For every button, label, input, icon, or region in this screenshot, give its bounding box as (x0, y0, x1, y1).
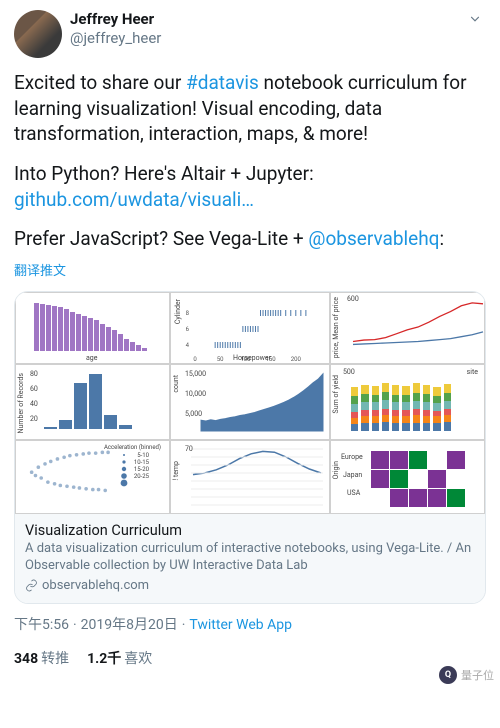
thumb-strip-plot: 050100150200468 Cylinder Horsepower (170, 292, 330, 364)
card-title: Visualization Curriculum (25, 522, 475, 539)
chevron-down-icon (468, 12, 482, 26)
time-text[interactable]: 下午5:56 (14, 617, 69, 633)
avatar[interactable] (14, 10, 62, 58)
thumb-bar-purple: age (15, 292, 170, 364)
link-icon (25, 579, 38, 592)
thumb-area: count 15,000 10,000 5,000 (170, 364, 330, 440)
link-github[interactable]: github.com/uwdata/visuali… (14, 188, 254, 211)
hashtag-datavis[interactable]: #datavis (186, 71, 259, 94)
watermark-icon: Q (439, 666, 457, 684)
svg-text:50: 50 (217, 356, 224, 363)
source-app[interactable]: Twitter Web App (189, 617, 292, 633)
card-domain: observablehq.com (25, 578, 475, 593)
display-name: Jeffrey Heer (70, 10, 456, 29)
link-card[interactable]: age 050100150200468 Cylinder Horsepower … (14, 291, 486, 604)
card-meta: Visualization Curriculum A data visualiz… (15, 514, 485, 603)
tweet-text: Excited to share our #datavis notebook c… (14, 70, 486, 252)
translate-tweet-link[interactable]: 翻译推文 (14, 260, 66, 279)
thumb-scatter: Acceleration (binned) 5-10 10-15 15-20 2… (15, 440, 170, 514)
user-handle: @jeffrey_heer (70, 29, 456, 48)
text-run: Excited to share our (14, 71, 186, 94)
card-domain-text: observablehq.com (42, 578, 149, 593)
card-description: A data visualization curriculum of inter… (25, 541, 475, 575)
retweets-stat[interactable]: 348转推 (14, 648, 69, 668)
text-run: Into Python? Here's Altair + Jupyter: (14, 162, 314, 185)
card-image-grid: age 050100150200468 Cylinder Horsepower … (15, 292, 485, 514)
svg-text:0: 0 (193, 356, 197, 363)
svg-text:4: 4 (186, 342, 190, 349)
mention-observablehq[interactable]: @observablehq (308, 227, 439, 250)
tweet-container: Jeffrey Heer @jeffrey_heer Excited to sh… (0, 0, 500, 678)
svg-text:200: 200 (291, 356, 302, 363)
svg-text:6: 6 (186, 326, 190, 333)
watermark: Q 量子位 (439, 666, 494, 684)
likes-stat[interactable]: 1.2千喜欢 (87, 648, 152, 668)
timestamp-row: 下午5:56·2019年8月20日·Twitter Web App (14, 614, 486, 634)
user-block[interactable]: Jeffrey Heer @jeffrey_heer (70, 10, 456, 48)
watermark-text: 量子位 (461, 667, 494, 683)
text-run: Prefer JavaScript? See Vega-Lite + (14, 227, 308, 250)
thumb-temp-line: ! temp 70 (170, 440, 330, 514)
text-run: : (439, 227, 444, 250)
thumb-histogram: Number of Records 80 60 40 20 (15, 364, 170, 440)
thumb-line-dual: price, Mean of price 600 (330, 292, 485, 364)
tweet-header: Jeffrey Heer @jeffrey_heer (14, 10, 486, 58)
more-menu-button[interactable] (464, 10, 486, 32)
thumb-heatmap: Origin Europe Japan USA (330, 440, 485, 514)
engagement-stats: 348转推 1.2千喜欢 (14, 642, 486, 672)
thumb-stacked-bar: Sum of yield 500 site (330, 364, 485, 440)
date-text[interactable]: 2019年8月20日 (81, 617, 178, 633)
svg-text:8: 8 (186, 310, 190, 317)
